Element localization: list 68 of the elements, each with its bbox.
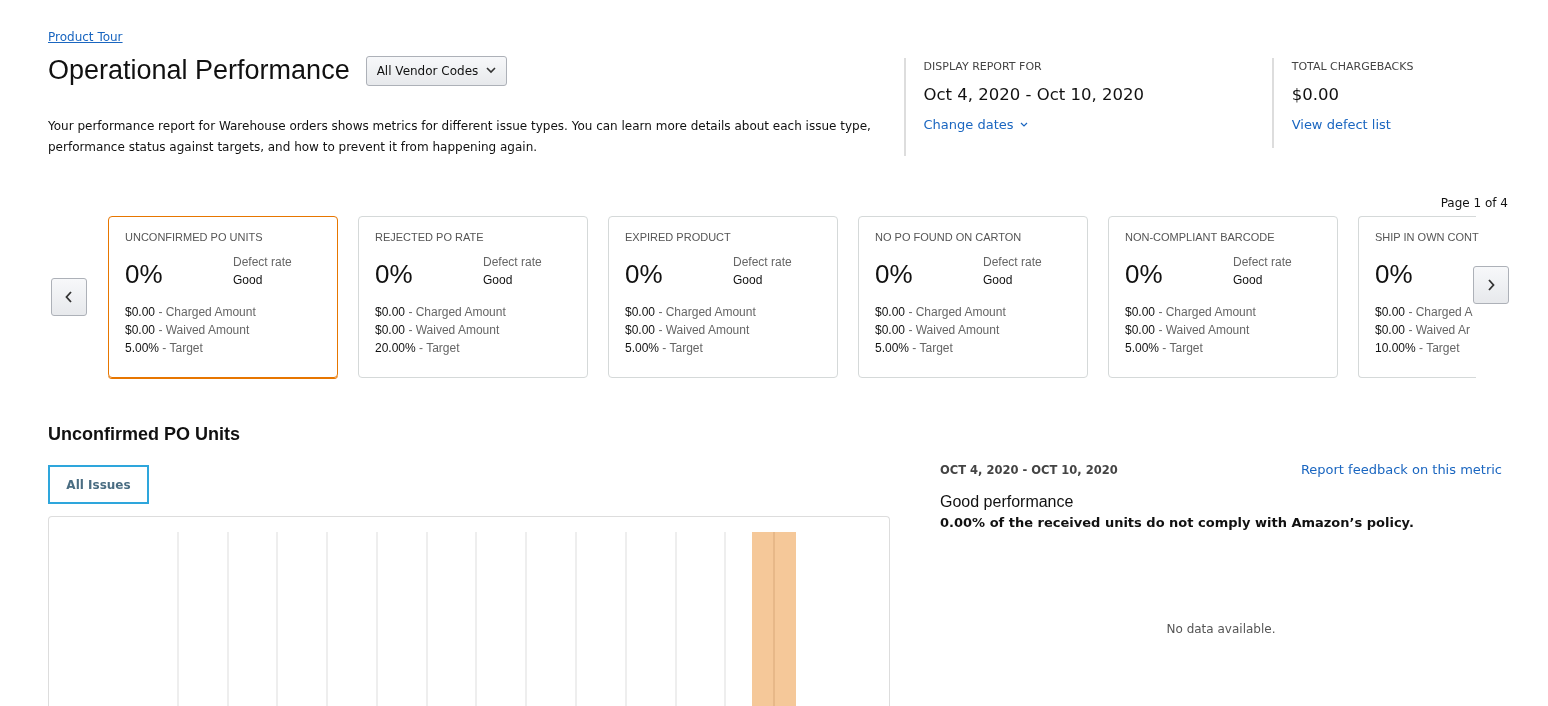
status-text: Good: [483, 272, 514, 289]
chevron-left-icon: [65, 291, 73, 303]
metric-title: NON-COMPLIANT BARCODE: [1125, 231, 1276, 243]
chevron-down-icon: [486, 67, 497, 74]
metric-card[interactable]: NON-COMPLIANT BARCODE 0% Defect rate Good $0.00 - Charged Amount $0.00 - Waived Amount 5.00% - Target: [1108, 216, 1338, 378]
status-text: Good: [733, 272, 764, 289]
target-text: 10.00% - Target: [1375, 340, 1461, 357]
defect-rate-value: 0%: [125, 259, 163, 291]
defect-rate-label: Defect rate: [1233, 254, 1293, 271]
description-text: Your performance report for Warehouse orders shows metrics for different issue types. You can learn more details about each issue type, performance status against targets, and how to prevent it from happening again.: [48, 118, 872, 156]
charged-amount-text: $0.00 - Charged Amount: [1125, 304, 1257, 321]
charged-amount-text: $0.00 - Charged Amount: [375, 304, 507, 321]
metric-card[interactable]: NO PO FOUND ON CARTON 0% Defect rate Good $0.00 - Charged Amount $0.00 - Waived Amount 5.00% - Target: [858, 216, 1088, 378]
waived-amount-text: $0.00 - Waived Ar: [1375, 322, 1471, 339]
chevron-down-icon: [1019, 122, 1028, 127]
defect-rate-label: Defect rate: [983, 254, 1043, 271]
charged-amount-text: $0.00 - Charged Amount: [125, 304, 257, 321]
status-text: Good: [233, 272, 264, 289]
waived-amount-text: $0.00 - Waived Amount: [375, 322, 501, 339]
charged-amount-text: $0.00 - Charged Amount: [875, 304, 1007, 321]
waived-amount-text: $0.00 - Waived Amount: [625, 322, 751, 339]
defect-rate-value: 0%: [375, 259, 413, 291]
chevron-right-icon: [1487, 279, 1495, 291]
status-text: Good: [983, 272, 1014, 289]
change-dates-link[interactable]: Change dates: [923, 117, 1028, 132]
defect-rate-value: 0%: [875, 259, 913, 291]
waived-amount-text: $0.00 - Waived Amount: [1125, 322, 1251, 339]
charged-amount-text: $0.00 - Charged Amount: [625, 304, 757, 321]
next-button[interactable]: [1473, 266, 1509, 304]
defect-rate-value: 0%: [1125, 259, 1163, 291]
vendor-code-dropdown[interactable]: All Vendor Codes: [365, 55, 508, 86]
waived-amount-text: $0.00 - Waived Amount: [125, 322, 251, 339]
policy-text: 0.00% of the received units do not comply with Amazon’s policy.: [940, 515, 1415, 530]
report-date-range: Oct 4, 2020 - Oct 10, 2020: [923, 85, 1145, 104]
defect-rate-label: Defect rate: [483, 254, 543, 271]
target-text: 5.00% - Target: [1125, 340, 1204, 357]
performance-status: Good performance: [940, 493, 1075, 511]
target-text: 20.00% - Target: [375, 340, 461, 357]
report-feedback-link[interactable]: Report feedback on this metric: [1300, 462, 1502, 477]
page-indicator: Page 1 of 4: [1440, 196, 1508, 210]
view-defect-list-link[interactable]: View defect list: [1291, 117, 1391, 132]
no-data-message: No data available.: [1165, 622, 1277, 636]
status-text: Good: [1233, 272, 1264, 289]
metric-title: UNCONFIRMED PO UNITS: [125, 231, 264, 243]
chargebacks-label: TOTAL CHARGEBACKS: [1291, 60, 1415, 73]
product-tour-link[interactable]: Product Tour: [48, 30, 123, 44]
target-text: 5.00% - Target: [875, 340, 954, 357]
target-text: 5.00% - Target: [625, 340, 704, 357]
all-issues-button[interactable]: All Issues: [48, 465, 149, 504]
charged-amount-text: $0.00 - Charged A: [1375, 304, 1474, 321]
defect-rate-value: 0%: [625, 259, 663, 291]
waived-amount-text: $0.00 - Waived Amount: [875, 322, 1001, 339]
defect-rate-value: 0%: [1375, 259, 1413, 291]
metric-card[interactable]: REJECTED PO RATE 0% Defect rate Good $0.00 - Charged Amount $0.00 - Waived Amount 20.00% - Target: [358, 216, 588, 378]
target-text: 5.00% - Target: [125, 340, 204, 357]
chargebacks-amount: $0.00: [1291, 85, 1340, 104]
metric-title: NO PO FOUND ON CARTON: [875, 231, 1023, 243]
metric-card[interactable]: UNCONFIRMED PO UNITS 0% Defect rate Good $0.00 - Charged Amount $0.00 - Waived Amount 5.00% - Target: [108, 216, 338, 378]
defect-rate-label: Defect rate: [733, 254, 793, 271]
page-title: Operational Performance: [48, 55, 350, 86]
section-title: Unconfirmed PO Units: [48, 424, 241, 445]
metric-card[interactable]: EXPIRED PRODUCT 0% Defect rate Good $0.00 - Charged Amount $0.00 - Waived Amount 5.00% - Target: [608, 216, 838, 378]
metric-date-range: OCT 4, 2020 - OCT 10, 2020: [940, 462, 1118, 477]
report-label: DISPLAY REPORT FOR: [923, 60, 1043, 73]
previous-button[interactable]: [51, 278, 87, 316]
metric-title: REJECTED PO RATE: [375, 231, 485, 243]
metric-title: EXPIRED PRODUCT: [625, 231, 732, 243]
defect-rate-label: Defect rate: [233, 254, 293, 271]
